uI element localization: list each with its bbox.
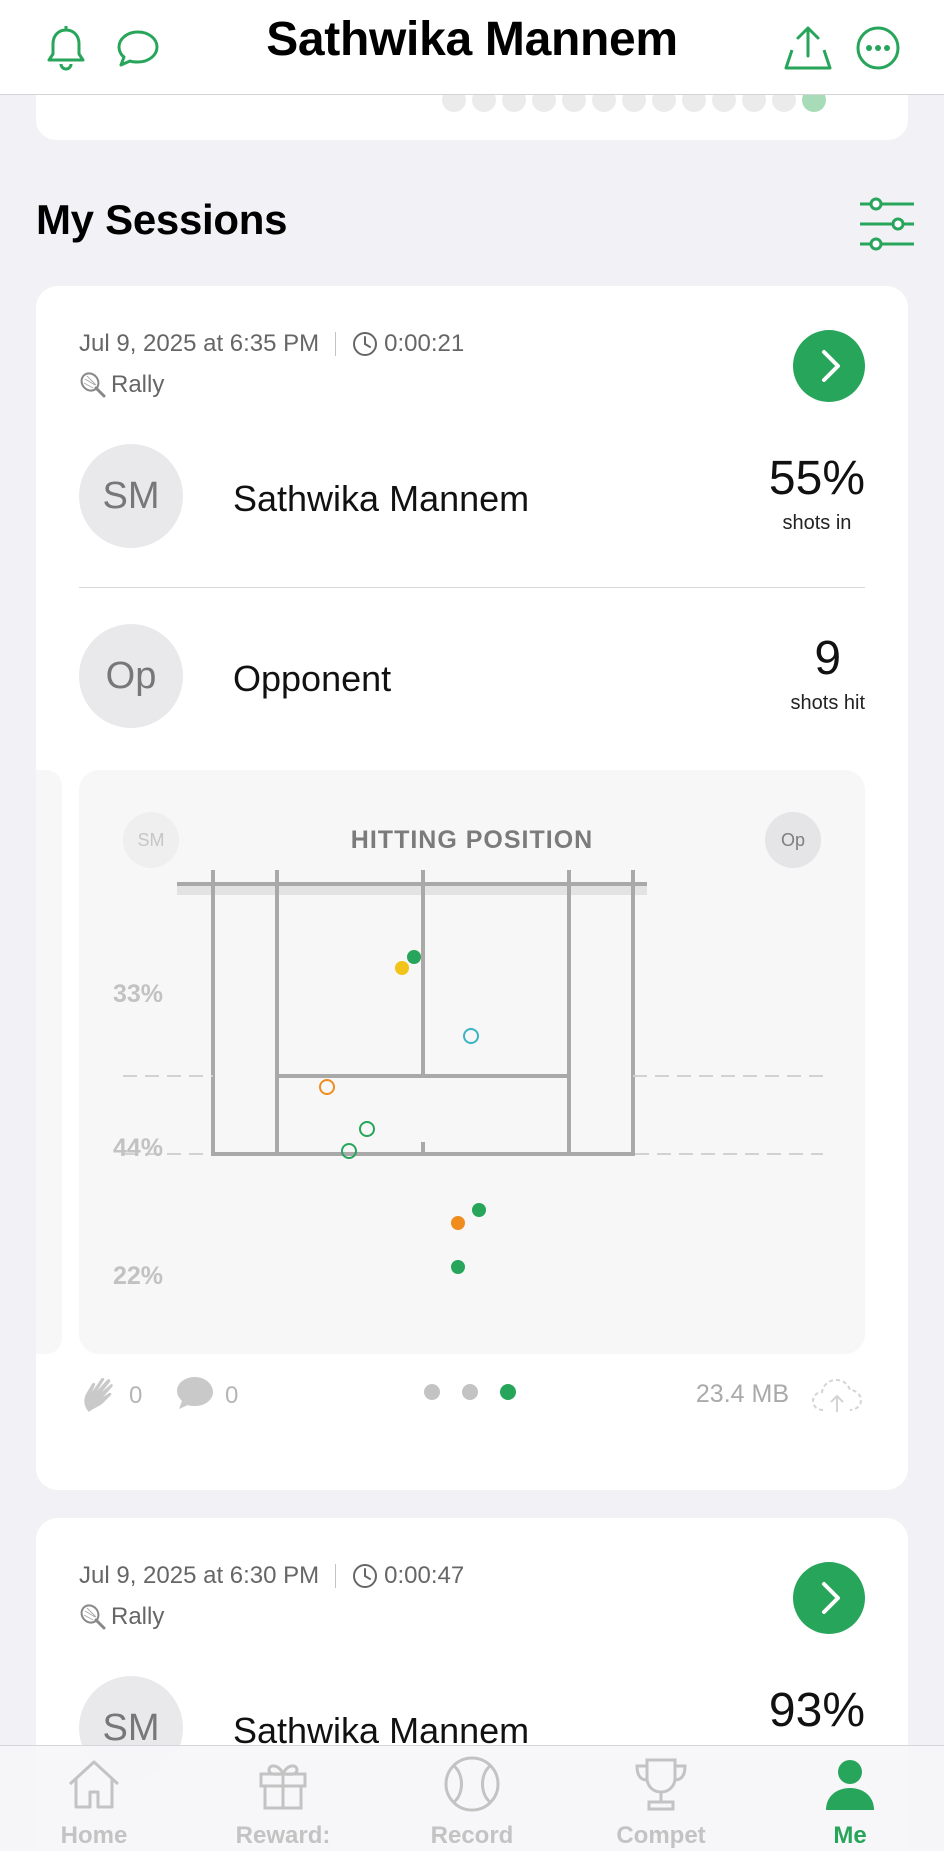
session-meta: Jul 9, 2025 at 6:35 PM 0:00:21 (79, 330, 464, 358)
tab-me[interactable]: Me (780, 1754, 920, 1851)
top-bar: Sathwika Mannem (0, 0, 944, 95)
previous-slide-edge (36, 770, 62, 1354)
more-icon[interactable] (850, 20, 906, 76)
open-session-button[interactable] (793, 1562, 865, 1634)
session-mode-label: Rally (111, 371, 165, 398)
shot-point (319, 1079, 335, 1095)
session-mode-label: Rally (111, 1603, 165, 1630)
gift-icon (259, 1764, 307, 1810)
shot-point (359, 1121, 375, 1137)
session-datetime: Jul 9, 2025 at 6:35 PM (79, 330, 320, 357)
shot-point (472, 1203, 486, 1217)
tab-record[interactable]: Record (402, 1754, 542, 1851)
comment-icon[interactable] (175, 1374, 215, 1412)
likes-count: 0 (129, 1382, 143, 1409)
sliders-icon[interactable] (858, 196, 916, 252)
shot-point (451, 1260, 465, 1274)
clock-icon (353, 332, 378, 356)
opponent-stat-label: shots hit (790, 692, 865, 714)
chevron-right-icon (822, 350, 840, 382)
shot-point (463, 1028, 479, 1044)
tab-label: Reward: (235, 1822, 331, 1849)
court-diagram (123, 870, 823, 1274)
clock-icon (353, 1564, 378, 1588)
shot-point (407, 950, 421, 964)
tab-bar: Home Reward: Record Compet Me (0, 1745, 944, 1851)
session-meta: Jul 9, 2025 at 6:30 PM 0:00:47 (79, 1562, 464, 1590)
hitting-position-chart[interactable]: SM Op HITTING POSITION 33% 44% 22% (79, 770, 865, 1354)
cloud-upload-icon[interactable] (809, 1372, 865, 1416)
open-session-button[interactable] (793, 330, 865, 402)
zone-percent-short: 22% (113, 1262, 164, 1290)
racket-icon (80, 1604, 106, 1630)
tab-label: Compet (616, 1822, 706, 1849)
tab-label: Home (60, 1822, 128, 1849)
player-stat-value: 55% (768, 452, 865, 505)
tab-label: Me (833, 1822, 867, 1849)
avatar: Op (79, 624, 183, 728)
pager-dot[interactable] (462, 1384, 478, 1400)
opponent-row: Op Opponent 9 shots hit (79, 624, 865, 734)
zone-percent-deep: 33% (113, 980, 164, 1008)
session-duration: 0:00:47 (384, 1562, 465, 1589)
session-mode: Rally (79, 371, 164, 399)
player-stat: 93% (769, 1684, 865, 1738)
player-row: SM Sathwika Mannem 55% shots in (79, 444, 865, 554)
tennis-ball-icon (444, 1756, 500, 1812)
chevron-right-icon (822, 1582, 840, 1614)
session-mode: Rally (79, 1603, 164, 1631)
session-card[interactable]: Jul 9, 2025 at 6:35 PM 0:00:21 Rally SM … (36, 286, 908, 1490)
session-datetime: Jul 9, 2025 at 6:30 PM (79, 1562, 320, 1589)
clap-icon[interactable] (79, 1372, 119, 1416)
session-duration: 0:00:21 (384, 330, 465, 357)
tab-rewards[interactable]: Reward: (213, 1754, 353, 1851)
chart-title: HITTING POSITION (350, 826, 594, 854)
session-size: 23.4 MB (695, 1380, 789, 1408)
pager-dot-active[interactable] (500, 1384, 516, 1400)
zone-percent-mid: 44% (113, 1134, 164, 1162)
comments-count: 0 (225, 1382, 239, 1409)
player-name: Sathwika Mannem (233, 478, 530, 519)
racket-icon (80, 372, 106, 398)
section-title: My Sessions (36, 196, 288, 243)
player-stat-label: shots in (782, 512, 852, 534)
home-icon (68, 1760, 120, 1809)
opponent-stat-value: 9 (814, 632, 842, 685)
session-footer: 0 0 23.4 MB (79, 1372, 865, 1422)
person-icon (826, 1760, 874, 1810)
tab-compete[interactable]: Compet (591, 1754, 731, 1851)
player-stat-value: 93% (768, 1684, 865, 1737)
player-stat: 55% shots in (769, 452, 865, 535)
tab-label: Record (430, 1822, 514, 1849)
tab-home[interactable]: Home (24, 1754, 164, 1851)
slide-pager[interactable] (424, 1384, 516, 1400)
opponent-stat: 9 shots hit (791, 632, 865, 715)
share-icon[interactable] (780, 20, 836, 76)
trophy-icon (635, 1758, 687, 1811)
shot-point (395, 961, 409, 975)
shot-point (451, 1216, 465, 1230)
opponent-name: Opponent (233, 658, 392, 699)
divider (79, 587, 865, 588)
pager-dot[interactable] (424, 1384, 440, 1400)
avatar: SM (79, 444, 183, 548)
